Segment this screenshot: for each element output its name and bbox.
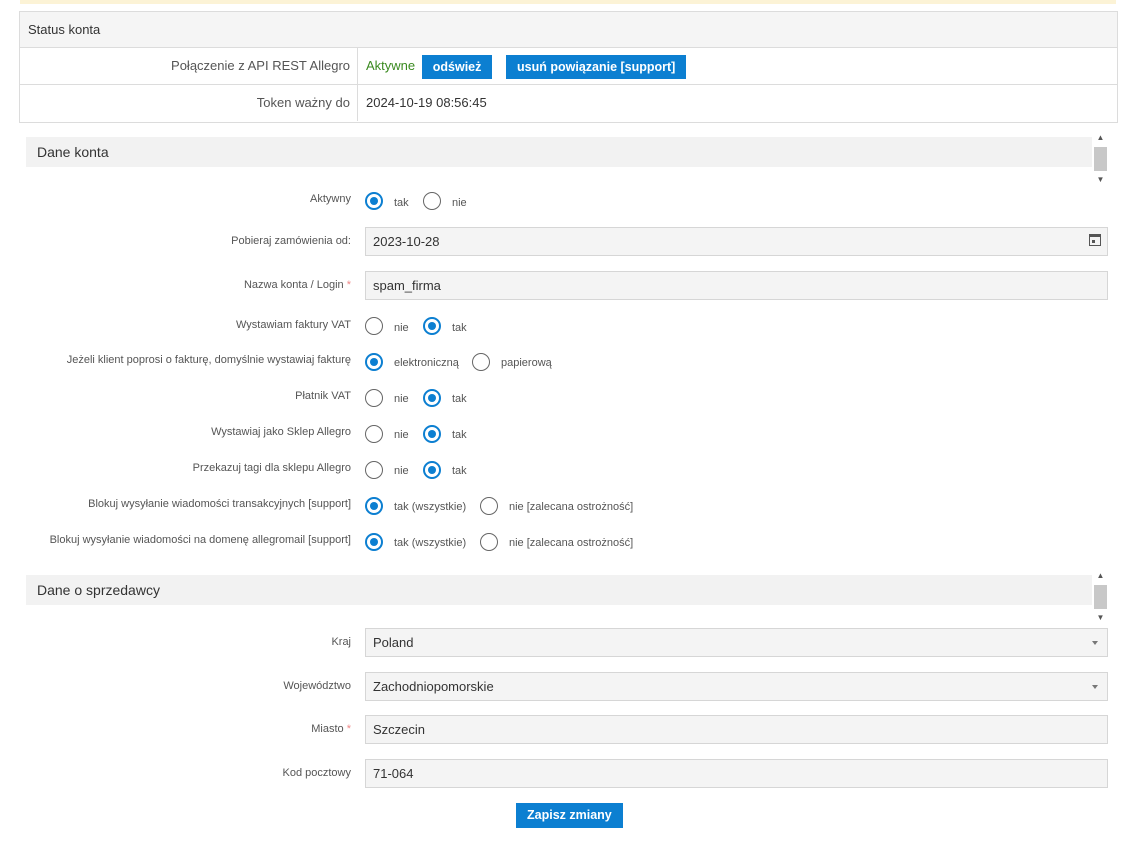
shop-yes-label: tak — [452, 429, 467, 441]
vat-invoice-no-label: nie — [394, 322, 409, 334]
login-input[interactable]: spam_firma — [365, 271, 1108, 300]
notice-bar — [20, 0, 1116, 4]
account-status-table: Status konta Połączenie z API REST Alleg… — [19, 11, 1118, 123]
vat-payer-label: Płatnik VAT — [295, 390, 351, 402]
shop-yes-radio[interactable] — [423, 425, 441, 443]
block-domain-yes-radio[interactable] — [365, 533, 383, 551]
fetch-label: Pobieraj zamówienia od: — [231, 235, 351, 247]
block-trans-yes-label: tak (wszystkie) — [394, 501, 467, 513]
country-label: Kraj — [331, 636, 351, 648]
block-domain-no-label: nie [zalecana ostrożność] — [509, 537, 634, 549]
zip-label: Kod pocztowy — [282, 767, 351, 779]
block-domain-label: Blokuj wysyłanie wiadomości na domenę al… — [49, 534, 351, 546]
api-value: Aktywne odśwież usuń powiązanie [support… — [366, 48, 687, 84]
account-section-header: Dane konta — [26, 137, 1092, 167]
chevron-down-icon — [1092, 641, 1098, 645]
tags-yes-radio[interactable] — [423, 461, 441, 479]
shop-no-label: nie — [394, 429, 409, 441]
region-label: Województwo — [283, 680, 351, 692]
calendar-icon[interactable] — [1089, 234, 1101, 246]
invoice-electronic-label: elektroniczną — [394, 357, 459, 369]
api-label: Połączenie z API REST Allegro — [20, 48, 358, 84]
block-trans-label: Blokuj wysyłanie wiadomości transakcyjny… — [88, 498, 351, 510]
vat-invoice-yes-label: tak — [452, 322, 467, 334]
active-no-radio[interactable] — [423, 192, 441, 210]
status-title: Status konta — [20, 12, 1117, 48]
vat-payer-no-label: nie — [394, 393, 409, 405]
vat-payer-yes-label: tak — [452, 393, 467, 405]
country-value: Poland — [373, 635, 414, 650]
invoice-paper-label: papierową — [501, 357, 552, 369]
login-label: Nazwa konta / Login * — [243, 279, 351, 291]
vat-payer-no-radio[interactable] — [365, 389, 383, 407]
shop-label: Wystawiaj jako Sklep Allegro — [211, 426, 351, 438]
vat-invoice-yes-radio[interactable] — [423, 317, 441, 335]
invoice-electronic-radio[interactable] — [365, 353, 383, 371]
vat-payer-yes-radio[interactable] — [423, 389, 441, 407]
active-no-label: nie — [452, 197, 467, 209]
refresh-button[interactable]: odśwież — [421, 54, 493, 79]
unlink-button[interactable]: usuń powiązanie [support] — [506, 54, 687, 79]
scroll-down-icon[interactable]: ▼ — [1093, 173, 1108, 187]
tags-no-label: nie — [394, 465, 409, 477]
fetch-date-value: 2023-10-28 — [373, 234, 440, 249]
scrollbar[interactable]: ▲ ▼ — [1093, 569, 1108, 625]
active-yes-label: tak — [394, 197, 409, 209]
token-row: Token ważny do 2024-10-19 08:56:45 — [20, 85, 1117, 121]
block-trans-no-label: nie [zalecana ostrożność] — [509, 501, 634, 513]
token-label: Token ważny do — [20, 85, 358, 121]
scroll-thumb[interactable] — [1094, 147, 1107, 171]
token-value: 2024-10-19 08:56:45 — [366, 95, 487, 110]
zip-input[interactable]: 71-064 — [365, 759, 1108, 788]
tags-label: Przekazuj tagi dla sklepu Allegro — [192, 462, 351, 474]
api-status: Aktywne — [366, 58, 416, 73]
region-select[interactable]: Zachodniopomorskie — [365, 672, 1108, 701]
block-trans-no-radio[interactable] — [480, 497, 498, 515]
city-label: Miasto * — [311, 723, 351, 735]
scroll-down-icon[interactable]: ▼ — [1093, 611, 1108, 625]
invoice-paper-radio[interactable] — [472, 353, 490, 371]
tags-yes-label: tak — [452, 465, 467, 477]
block-domain-yes-label: tak (wszystkie) — [394, 537, 467, 549]
vat-invoice-label: Wystawiam faktury VAT — [235, 319, 351, 331]
tags-no-radio[interactable] — [365, 461, 383, 479]
country-select[interactable]: Poland — [365, 628, 1108, 657]
vat-invoice-no-radio[interactable] — [365, 317, 383, 335]
fetch-date-input[interactable]: 2023-10-28 — [365, 227, 1108, 256]
api-row: Połączenie z API REST Allegro Aktywne od… — [20, 48, 1117, 85]
save-button[interactable]: Zapisz zmiany — [516, 803, 623, 828]
scrollbar[interactable]: ▲ ▼ — [1093, 131, 1108, 187]
active-label: Aktywny — [310, 193, 351, 205]
block-trans-yes-radio[interactable] — [365, 497, 383, 515]
invoice-default-label: Jeżeli klient poprosi o fakturę, domyśln… — [66, 354, 351, 366]
scroll-up-icon[interactable]: ▲ — [1093, 569, 1108, 583]
city-input[interactable]: Szczecin — [365, 715, 1108, 744]
active-yes-radio[interactable] — [365, 192, 383, 210]
scroll-up-icon[interactable]: ▲ — [1093, 131, 1108, 145]
seller-section-header: Dane o sprzedawcy — [26, 575, 1092, 605]
shop-no-radio[interactable] — [365, 425, 383, 443]
scroll-thumb[interactable] — [1094, 585, 1107, 609]
chevron-down-icon — [1092, 685, 1098, 689]
region-value: Zachodniopomorskie — [373, 679, 494, 694]
block-domain-no-radio[interactable] — [480, 533, 498, 551]
